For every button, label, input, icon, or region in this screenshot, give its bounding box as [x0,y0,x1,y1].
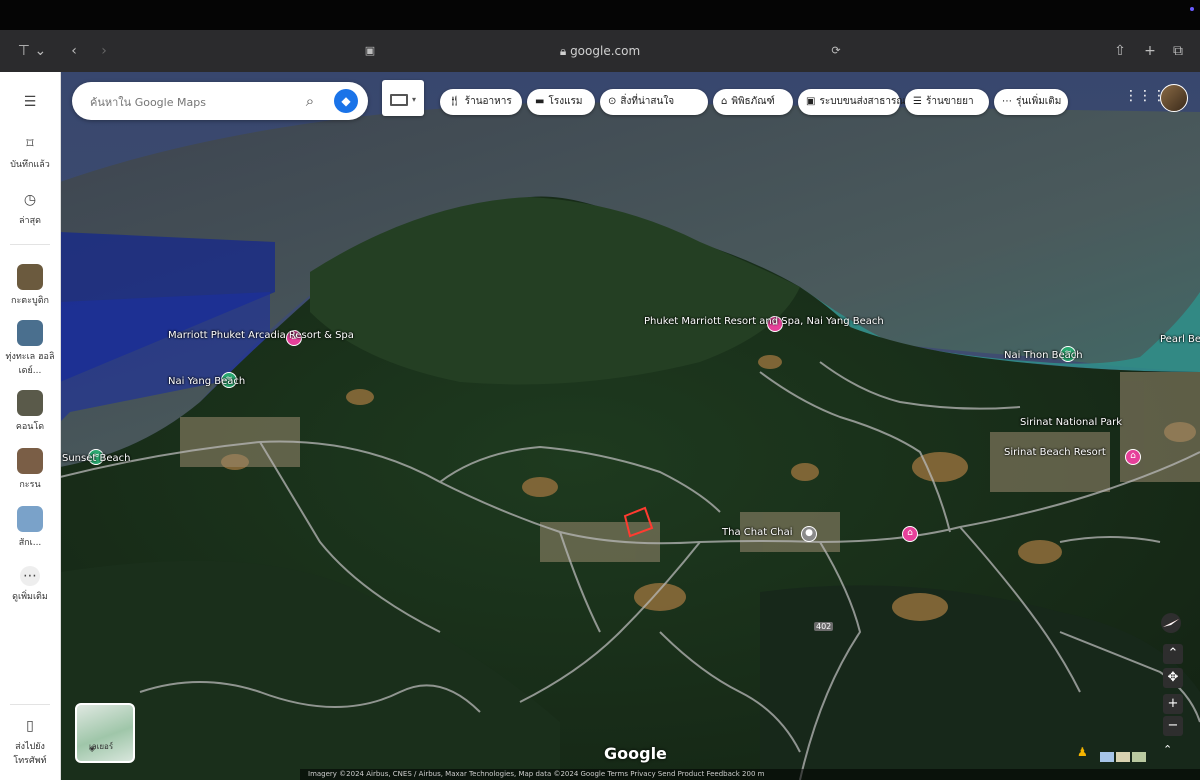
search-box: ⌕ ◆ [72,82,368,120]
browser-toolbar: ⊤ ⌄ ‹ › ▣ 🔒︎ google.com ⟳ ⇧ + ⧉ [0,30,1200,72]
hamburger-icon[interactable]: ☰ [0,92,60,115]
directions-icon[interactable]: ◆ [334,89,358,113]
transit-icon: ▣ [806,96,816,107]
rail-item-label: กะรน [19,480,41,490]
chip-attractions[interactable]: ⊙ สิ่งที่น่าสนใจ [600,89,708,115]
place-thumbnail [17,320,43,346]
chip-hotels[interactable]: ▬ โรงแรม [527,89,595,115]
map-canvas[interactable]: ⌂ Phuket Marriott Resort and Spa, Nai Ya… [60,72,1200,780]
map-type-button[interactable]: ▾ [382,80,424,116]
lock-icon: 🔒︎ [559,44,571,58]
rail-item-label: สักเ... [18,538,42,548]
place-label[interactable]: Marriott Phuket Arcadia Resort & Spa [168,330,354,341]
avatar[interactable] [1160,84,1188,112]
place-thumbnail [17,390,43,416]
chip-transit[interactable]: ▣ ระบบขนส่งสาธารณะ [798,89,911,115]
place-label[interactable]: Pearl Beach [1160,334,1200,345]
rail-item-label: คอนโด [15,422,45,432]
attraction-icon: ⊙ [608,96,617,107]
google-watermark: Google [604,744,667,763]
hotel-icon: ▬ [535,96,545,107]
place-pin-icon[interactable]: ● [801,526,817,542]
rail-item-more[interactable]: ⋯ ดูเพิ่มเติม [0,566,60,603]
chevron-down-icon: ▾ [412,95,417,104]
place-thumbnail [17,506,43,532]
zoom-in-button[interactable]: + [1163,694,1183,714]
rail-divider [10,704,50,705]
place-label[interactable]: Phuket Marriott Resort and Spa, Nai Yang… [644,316,884,327]
pharmacy-icon: ☰ [913,96,922,107]
museum-icon: ⌂ [721,96,728,107]
expand-icon[interactable]: ⌃ [1163,743,1172,756]
place-thumbnail [17,264,43,290]
reader-icon[interactable]: ▣ [360,40,380,62]
apps-grid-icon[interactable]: ⋮⋮⋮ [1124,86,1166,106]
chip-museums[interactable]: ⌂ พิพิธภัณฑ์ [713,89,793,115]
chevron-left-icon[interactable]: ‹ [64,40,84,62]
rail-item-label: ส่งไปยังโทรศัพท์ [13,742,47,766]
url-field[interactable]: 🔒︎ google.com [540,41,660,61]
top-strip [0,0,1200,30]
place-label[interactable]: Sunset Beach [62,453,130,464]
search-icon[interactable]: ⌕ [300,91,320,111]
map-style-thumbnail[interactable] [1116,752,1130,762]
search-input[interactable] [88,91,292,113]
rail-item-recents[interactable]: ◷ ล่าสุด [0,190,60,227]
place-label[interactable]: Tha Chat Chai [722,527,793,538]
left-rail: ☰ ⌑ บันทึกแล้ว ◷ ล่าสุด กะตะบูติก ทุ่งทะ… [0,72,61,780]
place-thumbnail [17,448,43,474]
more-icon: ⋯ [20,566,40,586]
rail-item-label: ดูเพิ่มเติม [12,592,48,602]
restaurant-icon: 🍴︎ [448,96,461,107]
chip-restaurants[interactable]: 🍴︎ ร้านอาหาร [440,89,522,115]
more-icon: ⋯ [1002,96,1012,107]
route-shield: 402 [814,622,834,631]
rail-item-label: ทุ่งทะเล ฮอลิเดย์... [5,352,55,376]
rail-item-label: ล่าสุด [19,216,41,226]
chip-more[interactable]: ⋯ รุ่นเพิ่มเติม [994,89,1068,115]
plus-icon[interactable]: + [1140,40,1160,62]
share-icon[interactable]: ⇧ [1110,40,1130,62]
place-label[interactable]: Sirinat Beach Resort [1004,447,1106,458]
tabs-icon[interactable]: ⧉ [1168,40,1188,62]
map-style-thumbnail[interactable] [1100,752,1114,762]
zoom-out-button[interactable]: − [1163,716,1183,736]
rail-item-recent-place[interactable]: ทุ่งทะเล ฮอลิเดย์... [0,320,60,377]
rail-item-recent-place[interactable]: คอนโด [0,390,60,433]
layers-icon [390,94,408,106]
attribution-bar: Imagery ©2024 Airbus, CNES / Airbus, Max… [300,769,1200,780]
map-style-thumbnail[interactable] [1132,752,1146,762]
rail-item-recent-place[interactable]: สักเ... [0,506,60,549]
map-style-thumbnails[interactable] [1100,747,1150,762]
chip-pharmacies[interactable]: ☰ ร้านขายยา [905,89,989,115]
rail-item-saved[interactable]: ⌑ บันทึกแล้ว [0,134,60,171]
status-dot [1190,7,1194,11]
tilt-icon[interactable]: ⌃ [1163,644,1183,664]
place-label[interactable]: Nai Yang Beach [168,376,245,387]
pegman-icon[interactable]: ♟ [1077,745,1088,759]
phone-icon: ▯ [26,718,34,734]
rail-item-recent-place[interactable]: กะรน [0,448,60,491]
place-label[interactable]: Nai Thon Beach [1004,350,1083,361]
layers-button[interactable]: ◈ เลเยอร์ [75,703,135,763]
layers-label: เลเยอร์ [89,742,114,751]
send-to-phone-button[interactable]: ▯ ส่งไปยังโทรศัพท์ [0,716,60,767]
compass-icon[interactable] [1160,612,1182,634]
hotel-pin-icon[interactable]: ⌂ [902,526,918,542]
rail-item-label: กะตะบูติก [11,296,49,306]
rail-item-recent-place[interactable]: กะตะบูติก [0,264,60,307]
place-label[interactable]: Sirinat National Park [1020,417,1122,428]
sidebar-icon[interactable]: ⊤ ⌄ [14,40,50,62]
hotel-pin-icon[interactable]: ⌂ [1125,449,1141,465]
chevron-right-icon[interactable]: › [94,40,114,62]
url-text: google.com [570,44,641,58]
bookmark-icon: ⌑ [26,136,34,152]
rail-divider [10,244,50,245]
history-icon: ◷ [23,192,37,208]
refresh-icon[interactable]: ⟳ [826,40,846,62]
rail-item-label: บันทึกแล้ว [10,160,50,170]
rotate-icon[interactable]: ✥ [1163,668,1183,688]
